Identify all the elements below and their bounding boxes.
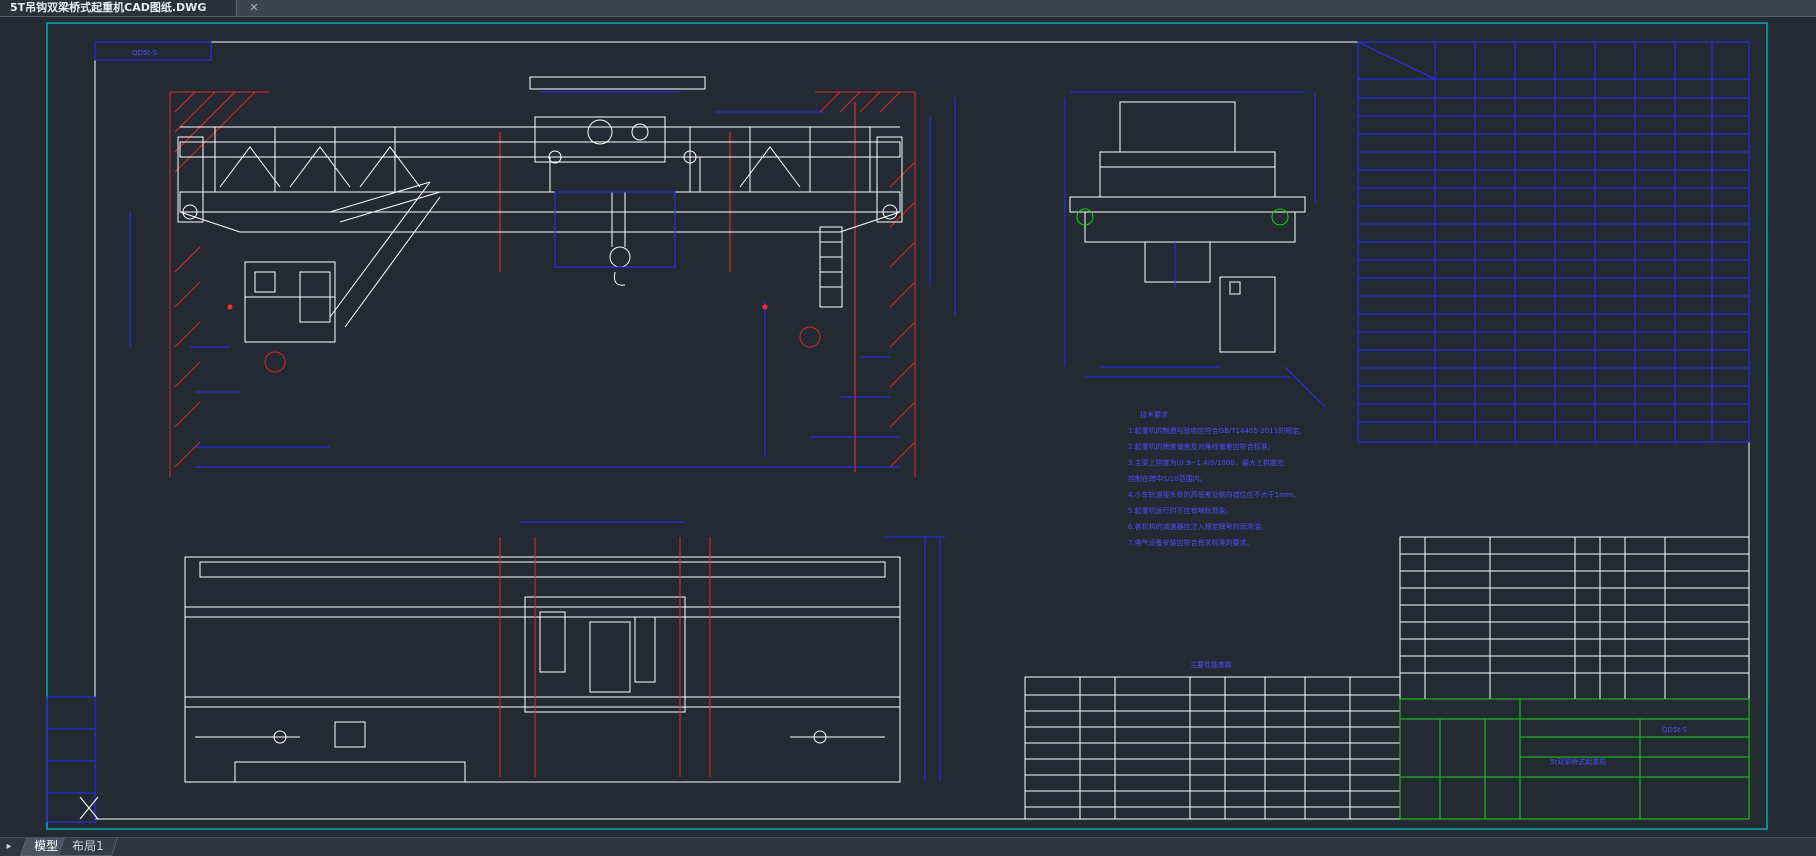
note-line-3: 3.主梁上拱度为(0.9~1.4)S/1000，最大上拱度应	[1128, 458, 1284, 467]
drawing-code: QD5t-S	[1662, 726, 1688, 734]
front-elevation-view	[129, 76, 956, 477]
drawing-frame	[94, 41, 1750, 820]
close-icon[interactable]: ✕	[246, 0, 262, 16]
viewport-border	[46, 22, 1768, 830]
parameter-table	[1357, 41, 1750, 443]
revision-block	[46, 696, 99, 823]
title-box-label: QD5t-S	[132, 49, 158, 57]
note-line-6: 5.起重机运行时不应有啃轨现象。	[1128, 506, 1233, 515]
plan-view	[184, 521, 945, 783]
parameter-title: 主要性能参数	[1190, 660, 1232, 669]
tab-layout1[interactable]: 布局1	[58, 838, 118, 856]
notes-title: 技术要求	[1140, 410, 1168, 419]
document-tab[interactable]: 5T吊钩双梁桥式起重机CAD图纸.DWG	[0, 0, 238, 16]
side-view	[1064, 91, 1326, 408]
technical-notes: 技术要求 1.起重机的制造与验收应符合GB/T14405-2011的规定。 2.…	[1128, 410, 1306, 547]
layout-tab-bar: ▸ 模型 布局1	[0, 837, 1816, 856]
note-line-4: 控制在跨中S/10范围内。	[1128, 474, 1207, 483]
tab-layout1-label: 布局1	[72, 839, 104, 853]
bom-table	[1024, 676, 1401, 820]
parts-list	[1399, 536, 1750, 700]
drawing-canvas[interactable]: QD5t-S 技术要求 1.起重机的制造与验收应符合GB/T14405-2011…	[0, 17, 1816, 837]
tab-model-label: 模型	[34, 839, 59, 853]
layout-nav-arrow-icon[interactable]: ▸	[2, 838, 16, 856]
cad-drawing: QD5t-S 技术要求 1.起重机的制造与验收应符合GB/T14405-2011…	[46, 22, 1768, 830]
note-line-1: 1.起重机的制造与验收应符合GB/T14405-2011的规定。	[1128, 426, 1306, 435]
document-tab-bar: 5T吊钩双梁桥式起重机CAD图纸.DWG ✕	[0, 0, 1816, 17]
note-line-8: 7.电气设备安装应符合有关标准的要求。	[1128, 538, 1254, 547]
note-line-7: 6.各机构的减速器应注入规定牌号的润滑油。	[1128, 522, 1268, 531]
note-line-2: 2.起重机的跨度偏差及对角线偏差应符合标准。	[1128, 442, 1275, 451]
drawing-title: 5t双梁桥式起重机	[1550, 757, 1606, 766]
note-line-5: 4.小车轨道接头处的高低差及侧向错位应不大于1mm。	[1128, 490, 1300, 499]
